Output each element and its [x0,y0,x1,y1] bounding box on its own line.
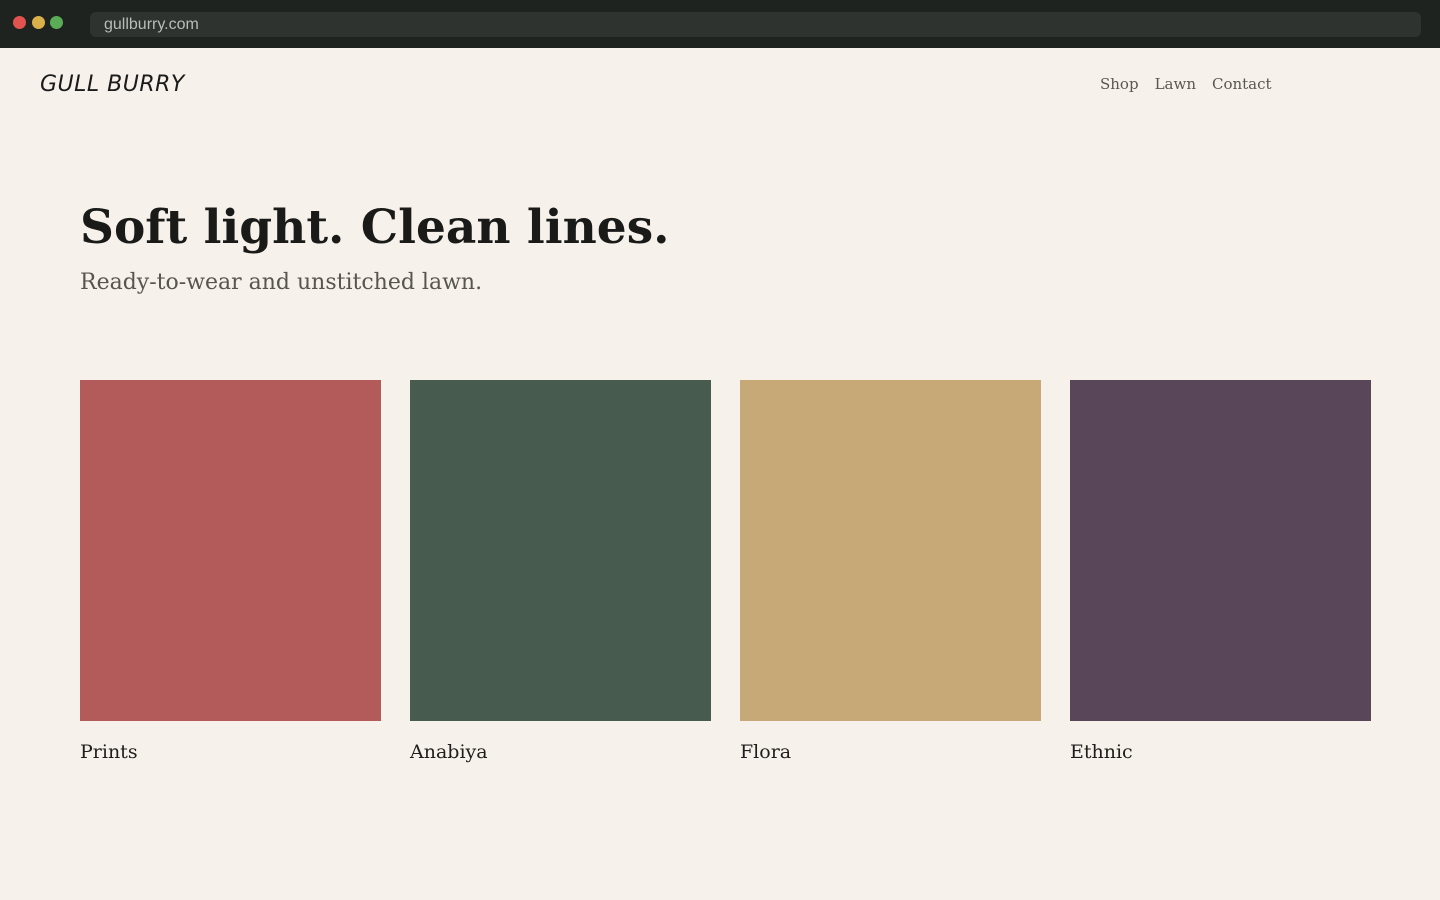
collection-label[interactable]: Ethnic [1070,739,1371,765]
collection-image[interactable] [740,380,1041,721]
collection-grid: Prints Anabiya Flora Ethnic [80,380,1371,765]
nav-link-contact[interactable]: Contact [1212,73,1272,95]
nav-link-shop[interactable]: Shop [1100,73,1139,95]
collection-tile-prints[interactable]: Prints [80,380,381,765]
site-logo[interactable]: GULL BURRY [40,70,185,100]
collection-label[interactable]: Prints [80,739,381,765]
address-bar[interactable]: gullburry.com [90,12,1421,37]
close-window-button[interactable] [13,16,26,29]
collection-image[interactable] [80,380,381,721]
maximize-window-button[interactable] [50,16,63,29]
collection-tile-ethnic[interactable]: Ethnic [1070,380,1371,765]
collection-label[interactable]: Anabiya [410,739,711,765]
hero-title: Soft light. Clean lines. [80,200,670,255]
collection-tile-flora[interactable]: Flora [740,380,1041,765]
collection-tile-anabiya[interactable]: Anabiya [410,380,711,765]
browser-toolbar: gullburry.com [0,0,1440,48]
collection-image[interactable] [1070,380,1371,721]
nav-link-lawn[interactable]: Lawn [1155,73,1196,95]
main-nav: Shop Lawn Contact [1100,73,1272,95]
minimize-window-button[interactable] [32,16,45,29]
collection-image[interactable] [410,380,711,721]
hero-subtitle: Ready-to-wear and unstitched lawn. [80,270,483,295]
collection-label[interactable]: Flora [740,739,1041,765]
page: GULL BURRY Shop Lawn Contact Soft light.… [0,48,1440,900]
